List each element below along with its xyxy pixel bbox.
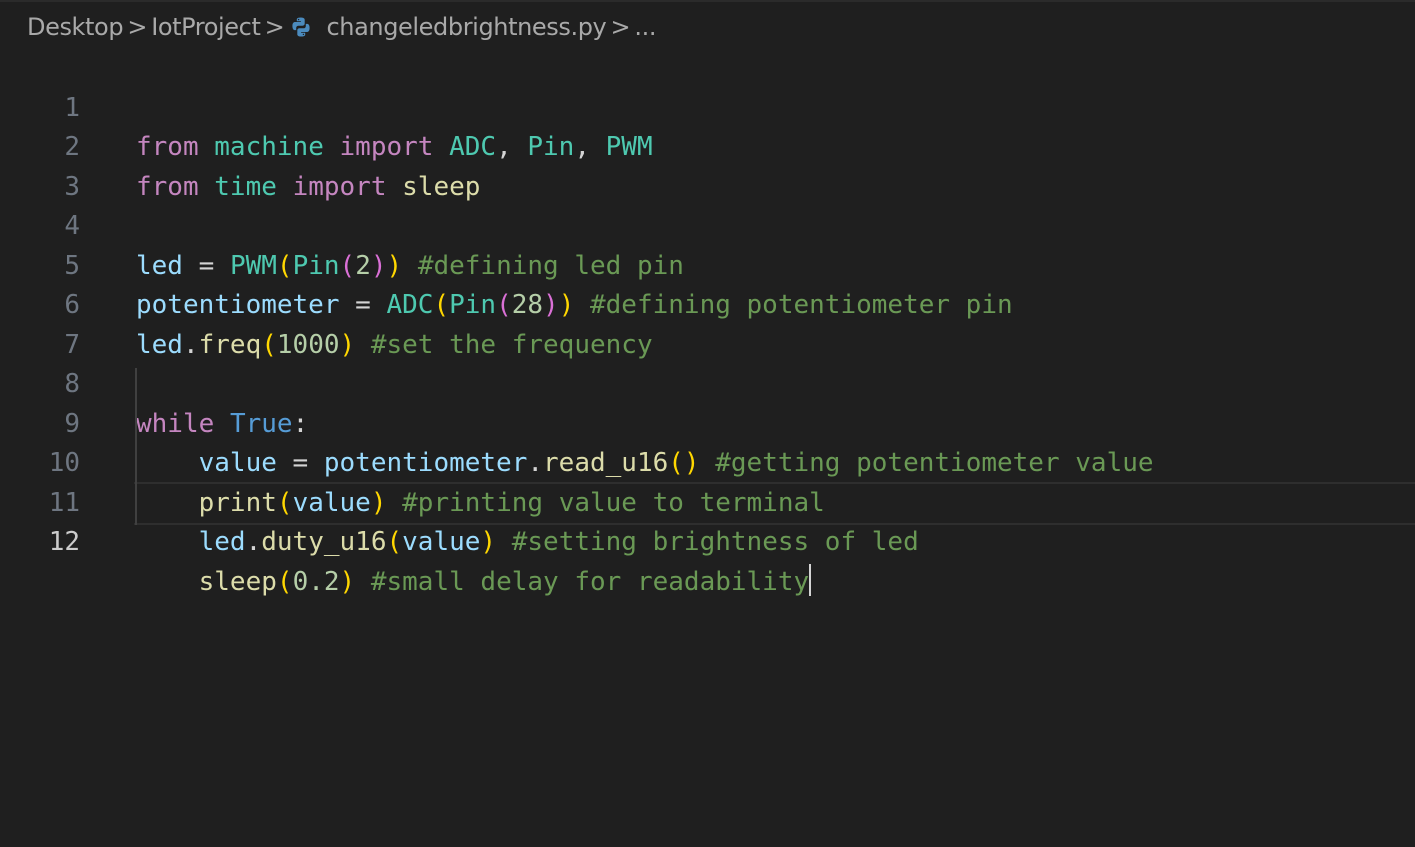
code-line[interactable]: 7 bbox=[0, 286, 1415, 360]
line-code: sleep(0.2) #small delay for readability bbox=[136, 563, 812, 603]
code-line[interactable]: 6 led.freq(1000) #set the frequency bbox=[0, 247, 1415, 360]
code-line[interactable]: 1 from machine import ADC, Pin, PWM bbox=[0, 49, 1415, 163]
code-line[interactable]: 9 value = potentiometer.read_u16() #gett… bbox=[0, 365, 1415, 479]
code-editor[interactable]: Desktop > IotProject > changeledbrightne… bbox=[0, 0, 1415, 847]
code-line[interactable]: 8 while True: bbox=[0, 326, 1415, 439]
chevron-right-icon: > bbox=[264, 13, 285, 41]
code-area[interactable]: 1 from machine import ADC, Pin, PWM 2 fr… bbox=[0, 49, 1415, 597]
code-line[interactable]: 11 led.duty_u16(value) #setting brightne… bbox=[0, 444, 1415, 558]
code-line[interactable]: 10 print(value) #printing value to termi… bbox=[0, 405, 1415, 518]
line-number: 12 bbox=[48, 527, 80, 557]
python-file-icon bbox=[290, 16, 312, 38]
chevron-right-icon: > bbox=[610, 13, 631, 41]
breadcrumb-item-symbols[interactable]: ... bbox=[634, 13, 656, 41]
text-cursor bbox=[809, 564, 812, 596]
chevron-right-icon: > bbox=[127, 13, 148, 41]
code-line[interactable]: 5 potentiometer = ADC(Pin(28)) #defining… bbox=[0, 207, 1415, 321]
breadcrumb-item-project[interactable]: IotProject bbox=[151, 13, 261, 41]
breadcrumb-item-file[interactable]: changeledbrightness.py bbox=[326, 13, 606, 41]
breadcrumb-item-desktop[interactable]: Desktop bbox=[27, 13, 124, 41]
code-line-current[interactable]: 12 sleep(0.2) #small delay for readabili… bbox=[0, 481, 1415, 597]
code-line[interactable]: 4 led = PWM(Pin(2)) #defining led pin bbox=[0, 168, 1415, 281]
line-code: led.duty_u16(value) #setting brightness … bbox=[198, 527, 919, 557]
code-line[interactable]: 3 bbox=[0, 128, 1415, 202]
breadcrumb: Desktop > IotProject > changeledbrightne… bbox=[27, 10, 656, 44]
indent-guide bbox=[135, 368, 137, 525]
code-line[interactable]: 2 from time import sleep bbox=[0, 89, 1415, 202]
